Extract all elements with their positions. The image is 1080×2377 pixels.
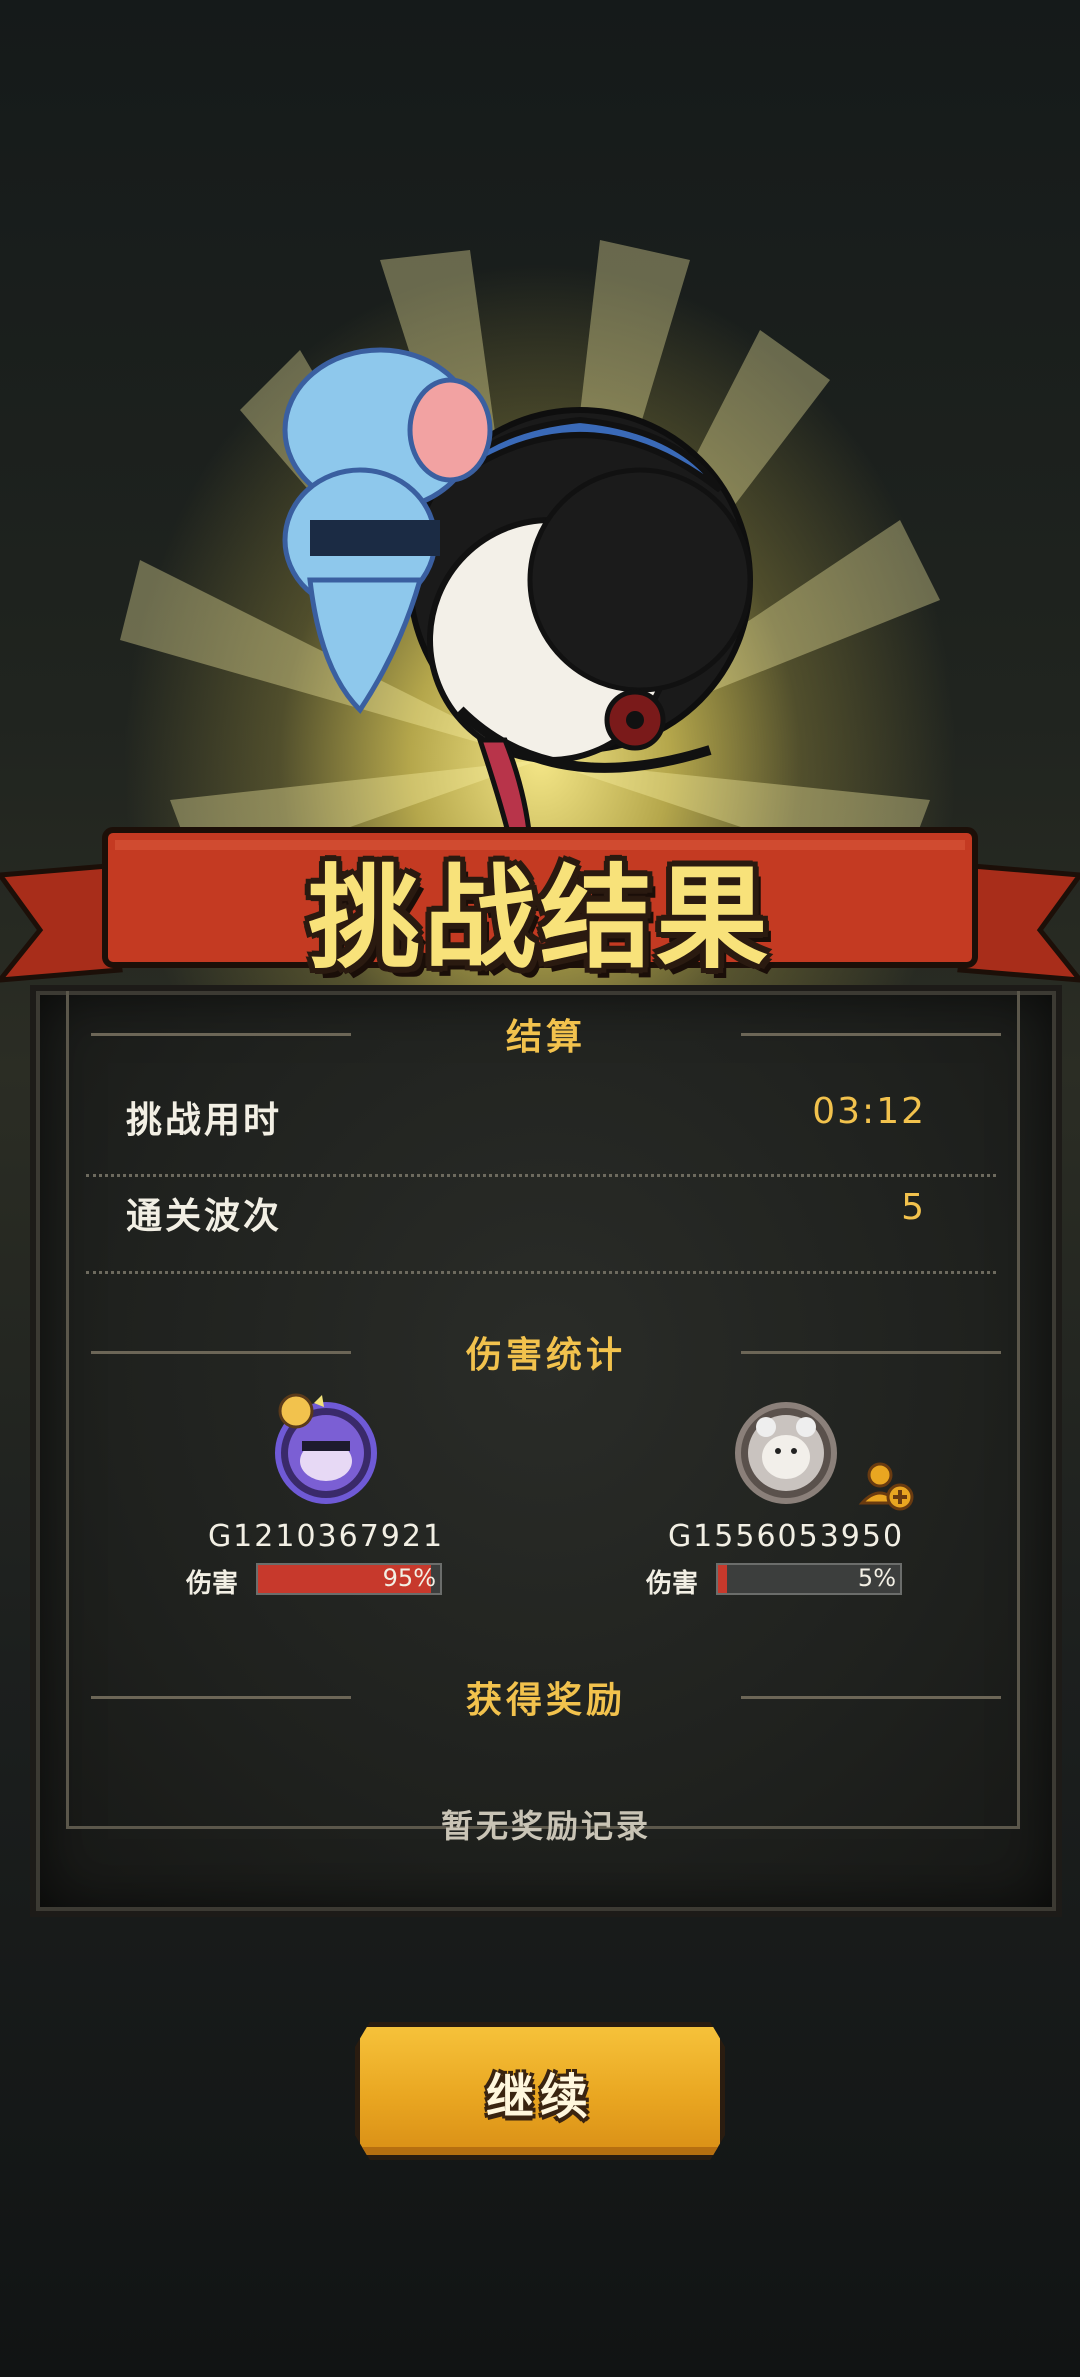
- damage-bar-fill: [718, 1565, 728, 1593]
- results-panel: 结算 挑战用时 03:12 通关波次 5 伤害统计 G1210367921 伤害…: [30, 985, 1062, 1917]
- player-card: G1556053950 伤害 5%: [646, 1391, 926, 1651]
- settlement-title: 结算: [505, 1017, 586, 1058]
- damage-label: 伤害: [186, 1569, 239, 1599]
- challenge-time-label: 挑战用时: [126, 1100, 283, 1141]
- page-title: 挑战结果: [308, 854, 772, 984]
- row-divider: [86, 1174, 996, 1177]
- damage-percent: 95%: [382, 1564, 436, 1592]
- damage-bar: 5%: [716, 1563, 902, 1595]
- continue-label: 继续: [485, 2069, 594, 2125]
- continue-button[interactable]: 继续: [355, 2022, 725, 2160]
- rewards-title: 获得奖励: [465, 1680, 626, 1721]
- damage-stats-title: 伤害统计: [465, 1335, 626, 1376]
- no-reward-text: 暂无奖励记录: [440, 1807, 651, 1845]
- waves-cleared-label: 通关波次: [126, 1196, 283, 1237]
- damage-bar: 95%: [256, 1563, 442, 1595]
- challenge-time-value: 03:12: [812, 1091, 926, 1132]
- player-card: G1210367921 伤害 95%: [186, 1391, 466, 1651]
- add-friend-icon[interactable]: [858, 1457, 914, 1513]
- row-divider: [86, 1271, 996, 1274]
- boss-character-illustration: [282, 347, 753, 843]
- bear-avatar-icon[interactable]: [726, 1391, 846, 1511]
- waves-cleared-value: 5: [901, 1187, 926, 1228]
- damage-percent: 5%: [857, 1564, 896, 1592]
- player-id: G1556053950: [667, 1519, 905, 1554]
- hero-avatar-icon[interactable]: [266, 1391, 386, 1511]
- damage-label: 伤害: [646, 1569, 699, 1599]
- player-id: G1210367921: [207, 1519, 445, 1554]
